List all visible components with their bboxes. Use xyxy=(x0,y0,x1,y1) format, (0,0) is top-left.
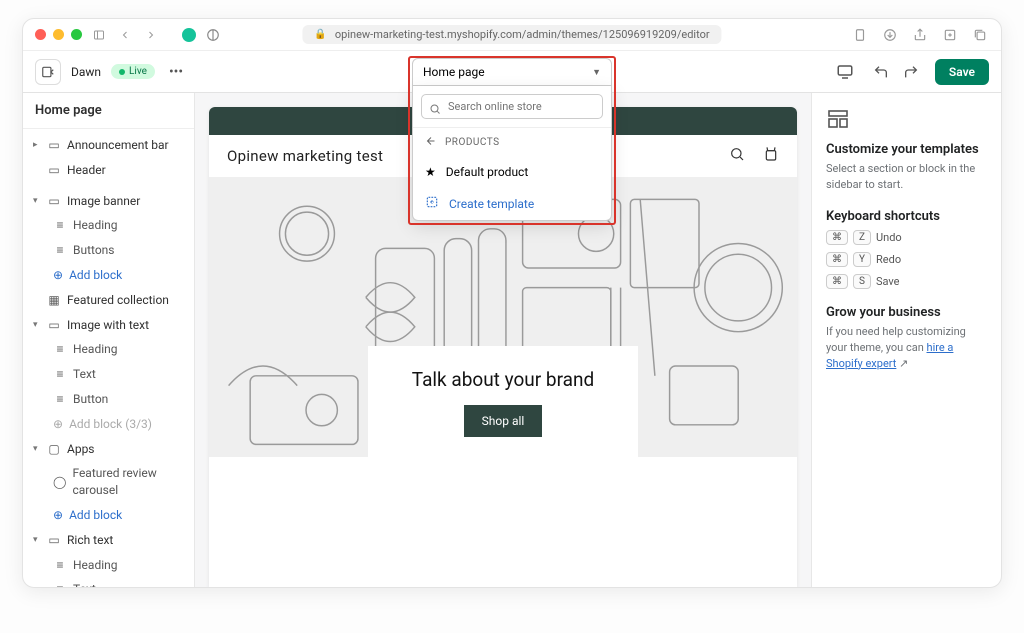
plus-icon: ⊕ xyxy=(53,416,63,433)
editor-top-bar: Dawn Live ••• Home page ▼ Save xyxy=(23,51,1001,93)
shortcut-undo: ⌘ZUndo xyxy=(826,230,987,245)
browser-chrome: 🔒 opinew-marketing-test.myshopify.com/ad… xyxy=(23,19,1001,51)
tabs-icon[interactable] xyxy=(971,26,989,44)
cart-icon[interactable] xyxy=(763,146,779,166)
grow-heading: Grow your business xyxy=(826,305,987,320)
text-icon: ≡ xyxy=(53,581,67,587)
template-dropdown: PRODUCTS ★ Default product Create templa… xyxy=(412,86,612,221)
url-text: opinew-marketing-test.myshopify.com/admi… xyxy=(335,28,710,41)
section-image-with-text[interactable]: ▾▭Image with text xyxy=(23,313,194,338)
grow-text: If you need help customizing your theme,… xyxy=(826,324,987,372)
section-tree: ▸▭Announcement bar ▭Header ▾▭Image banne… xyxy=(23,129,194,587)
apps-icon: ▢ xyxy=(47,441,61,458)
text-icon: ≡ xyxy=(53,557,67,574)
left-sidebar: Home page ▸▭Announcement bar ▭Header ▾▭I… xyxy=(23,93,195,587)
image-text-icon: ▭ xyxy=(47,317,61,334)
block-rt-text[interactable]: ≡Text xyxy=(23,577,194,587)
block-iwt-button[interactable]: ≡Button xyxy=(23,387,194,412)
block-featured-review-carousel[interactable]: ◯Featured review carousel xyxy=(23,461,194,503)
shortcuts-heading: Keyboard shortcuts xyxy=(826,209,987,224)
button-icon: ≡ xyxy=(53,242,67,259)
new-tab-icon[interactable] xyxy=(941,26,959,44)
desktop-view-button[interactable] xyxy=(833,60,857,84)
close-window-icon[interactable] xyxy=(35,29,46,40)
more-menu-button[interactable]: ••• xyxy=(165,60,187,84)
shortcut-redo: ⌘YRedo xyxy=(826,252,987,267)
save-button[interactable]: Save xyxy=(935,59,989,85)
collection-icon: ▦ xyxy=(47,292,61,309)
block-iwt-heading[interactable]: ≡Heading xyxy=(23,337,194,362)
dropdown-section-label: PRODUCTS xyxy=(445,137,500,148)
dropdown-back-products[interactable]: PRODUCTS xyxy=(413,127,611,157)
lock-icon: 🔒 xyxy=(314,29,326,40)
template-selector-label: Home page xyxy=(423,65,485,79)
redo-button[interactable] xyxy=(899,60,923,84)
chevron-down-icon: ▼ xyxy=(592,67,601,78)
block-ib-heading[interactable]: ≡Heading xyxy=(23,213,194,238)
forward-icon[interactable] xyxy=(142,26,160,44)
sidebar-title: Home page xyxy=(23,93,194,129)
create-template-icon xyxy=(425,195,439,212)
text-icon: ≡ xyxy=(53,341,67,358)
add-block-iwt: ⊕Add block (3/3) xyxy=(23,412,194,437)
theme-name: Dawn xyxy=(71,65,101,79)
section-header[interactable]: ▭Header xyxy=(23,158,194,183)
download-icon[interactable] xyxy=(881,26,899,44)
image-icon: ▭ xyxy=(47,193,61,210)
browser-window: 🔒 opinew-marketing-test.myshopify.com/ad… xyxy=(22,18,1002,588)
opinew-icon: ◯ xyxy=(53,474,66,491)
section-rich-text[interactable]: ▾▭Rich text xyxy=(23,528,194,553)
right-panel: Customize your templates Select a sectio… xyxy=(811,93,1001,587)
reader-icon[interactable] xyxy=(851,26,869,44)
text-icon: ≡ xyxy=(53,366,67,383)
search-input[interactable] xyxy=(421,94,603,119)
undo-button[interactable] xyxy=(869,60,893,84)
back-arrow-icon xyxy=(425,135,437,150)
block-ib-buttons[interactable]: ≡Buttons xyxy=(23,238,194,263)
section-apps[interactable]: ▾▢Apps xyxy=(23,437,194,462)
dropdown-create-template[interactable]: Create template xyxy=(413,187,611,220)
plus-icon: ⊕ xyxy=(53,507,63,524)
megaphone-icon: ▭ xyxy=(47,137,61,154)
rich-text-icon: ▭ xyxy=(47,532,61,549)
traffic-lights xyxy=(35,29,82,40)
shop-all-button[interactable]: Shop all xyxy=(464,405,543,437)
exit-editor-button[interactable] xyxy=(35,59,61,85)
sidebar-toggle-icon[interactable] xyxy=(90,26,108,44)
brand-heading: Talk about your brand xyxy=(384,368,622,391)
button-icon: ≡ xyxy=(53,391,67,408)
brand-panel: Talk about your brand Shop all xyxy=(368,346,638,457)
dropdown-item-default-product[interactable]: ★ Default product xyxy=(413,157,611,187)
share-icon[interactable] xyxy=(911,26,929,44)
block-rt-heading[interactable]: ≡Heading xyxy=(23,553,194,578)
section-announcement-bar[interactable]: ▸▭Announcement bar xyxy=(23,133,194,158)
maximize-window-icon[interactable] xyxy=(71,29,82,40)
shield-icon[interactable] xyxy=(206,28,220,42)
section-featured-collection[interactable]: ▦Featured collection xyxy=(23,288,194,313)
star-icon: ★ xyxy=(425,165,436,179)
customize-text: Select a section or block in the sidebar… xyxy=(826,161,987,193)
add-block-apps[interactable]: ⊕Add block xyxy=(23,503,194,528)
back-icon[interactable] xyxy=(116,26,134,44)
live-badge: Live xyxy=(111,64,155,79)
text-icon: ≡ xyxy=(53,217,67,234)
block-iwt-text[interactable]: ≡Text xyxy=(23,362,194,387)
add-block-ib[interactable]: ⊕Add block xyxy=(23,263,194,288)
customize-heading: Customize your templates xyxy=(826,142,987,157)
section-image-banner[interactable]: ▾▭Image banner xyxy=(23,189,194,214)
templates-icon xyxy=(826,107,987,134)
store-title: Opinew marketing test xyxy=(227,147,383,165)
grammarly-icon[interactable] xyxy=(182,28,196,42)
search-icon[interactable] xyxy=(729,146,745,166)
search-icon xyxy=(429,100,441,119)
shortcut-save: ⌘SSave xyxy=(826,274,987,289)
header-icon: ▭ xyxy=(47,162,61,179)
url-bar[interactable]: 🔒 opinew-marketing-test.myshopify.com/ad… xyxy=(302,25,721,44)
plus-icon: ⊕ xyxy=(53,267,63,284)
template-selector[interactable]: Home page ▼ xyxy=(412,58,612,86)
minimize-window-icon[interactable] xyxy=(53,29,64,40)
